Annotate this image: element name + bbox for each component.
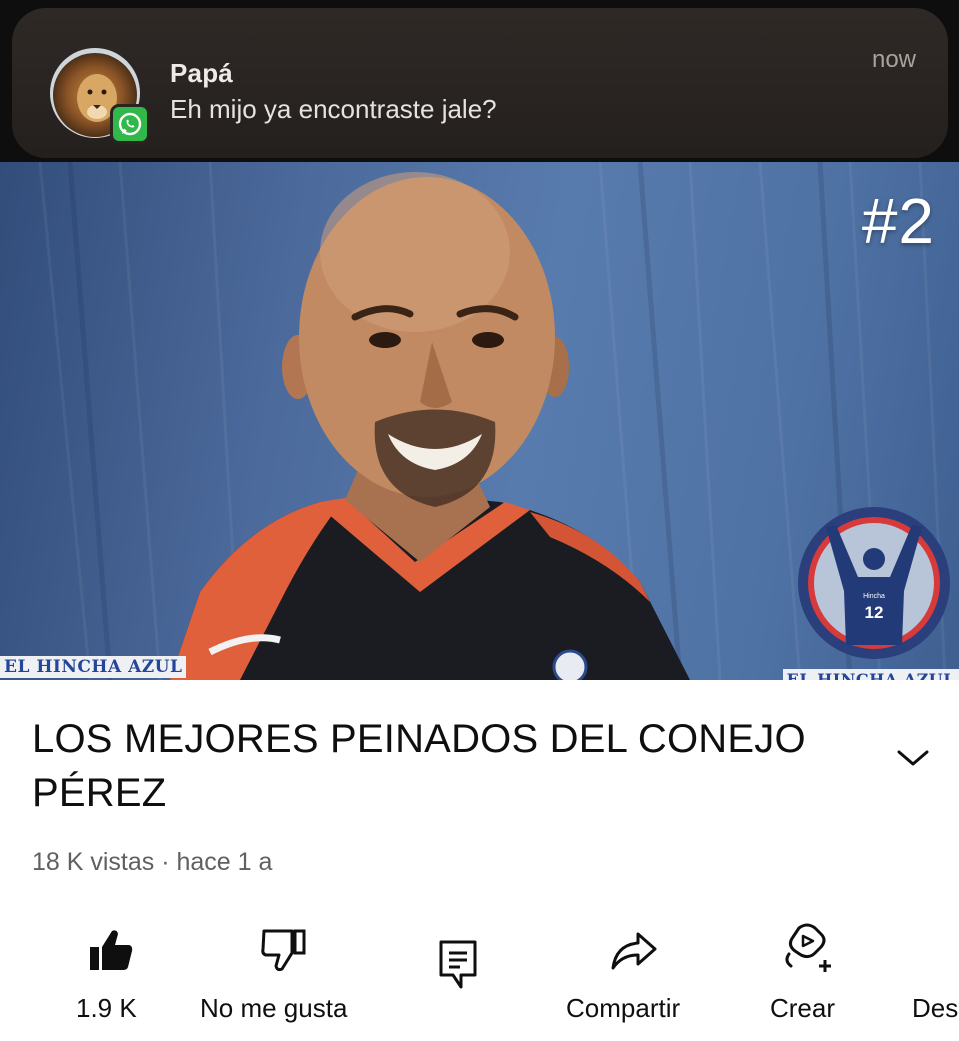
thumbnail-number: #2 — [861, 185, 935, 257]
share-label: Compartir — [566, 993, 681, 1023]
status-area: Papá Eh mijo ya encontraste jale? now — [0, 0, 959, 162]
like-count: 1.9 K — [76, 993, 137, 1023]
like-button[interactable]: 1.9 K — [72, 920, 152, 1030]
comment-icon — [428, 934, 488, 994]
view-count: 18 K vistas — [32, 848, 155, 876]
video-metadata: 18 K vistas · hace 1 a — [32, 848, 272, 877]
dislike-button[interactable]: No me gusta — [196, 920, 376, 1030]
download-button[interactable]: Des — [912, 920, 959, 1030]
notification-time: now — [871, 46, 916, 73]
chevron-down-icon — [897, 750, 929, 766]
person-photo — [170, 172, 690, 680]
video-thumbnail[interactable]: #2 Hincha 12 EL HINCHA AZUL EL HINCHA AZ… — [0, 162, 959, 680]
download-label: Des — [912, 993, 959, 1023]
download-icon — [922, 920, 959, 980]
thumbs-down-icon — [254, 920, 314, 980]
channel-logo-text: Hincha — [863, 593, 885, 600]
comment-button[interactable] — [428, 920, 488, 1030]
video-title[interactable]: LOS MEJORES PEINADOS DEL CONEJO PÉREZ — [32, 712, 852, 820]
share-button[interactable]: Compartir — [560, 920, 710, 1030]
create-remix-icon — [778, 918, 838, 978]
expand-description-button[interactable] — [890, 735, 936, 781]
channel-logo-number: 12 — [865, 603, 884, 622]
whatsapp-icon — [110, 104, 150, 144]
notification-message: Eh mijo ya encontraste jale? — [170, 94, 497, 124]
channel-logo: Hincha 12 — [796, 505, 952, 661]
upload-age: hace 1 a — [176, 848, 273, 876]
notification-banner[interactable]: Papá Eh mijo ya encontraste jale? now — [12, 8, 948, 158]
watermark-right: EL HINCHA AZUL — [782, 669, 959, 680]
create-button[interactable]: Crear — [764, 920, 864, 1030]
thumbs-up-filled-icon — [80, 920, 140, 980]
meta-separator: · — [154, 848, 177, 876]
watermark-left: EL HINCHA AZUL — [0, 656, 187, 678]
notification-sender: Papá — [170, 58, 233, 88]
create-label: Crear — [770, 993, 836, 1023]
share-icon — [604, 920, 664, 980]
dislike-label: No me gusta — [200, 993, 348, 1023]
